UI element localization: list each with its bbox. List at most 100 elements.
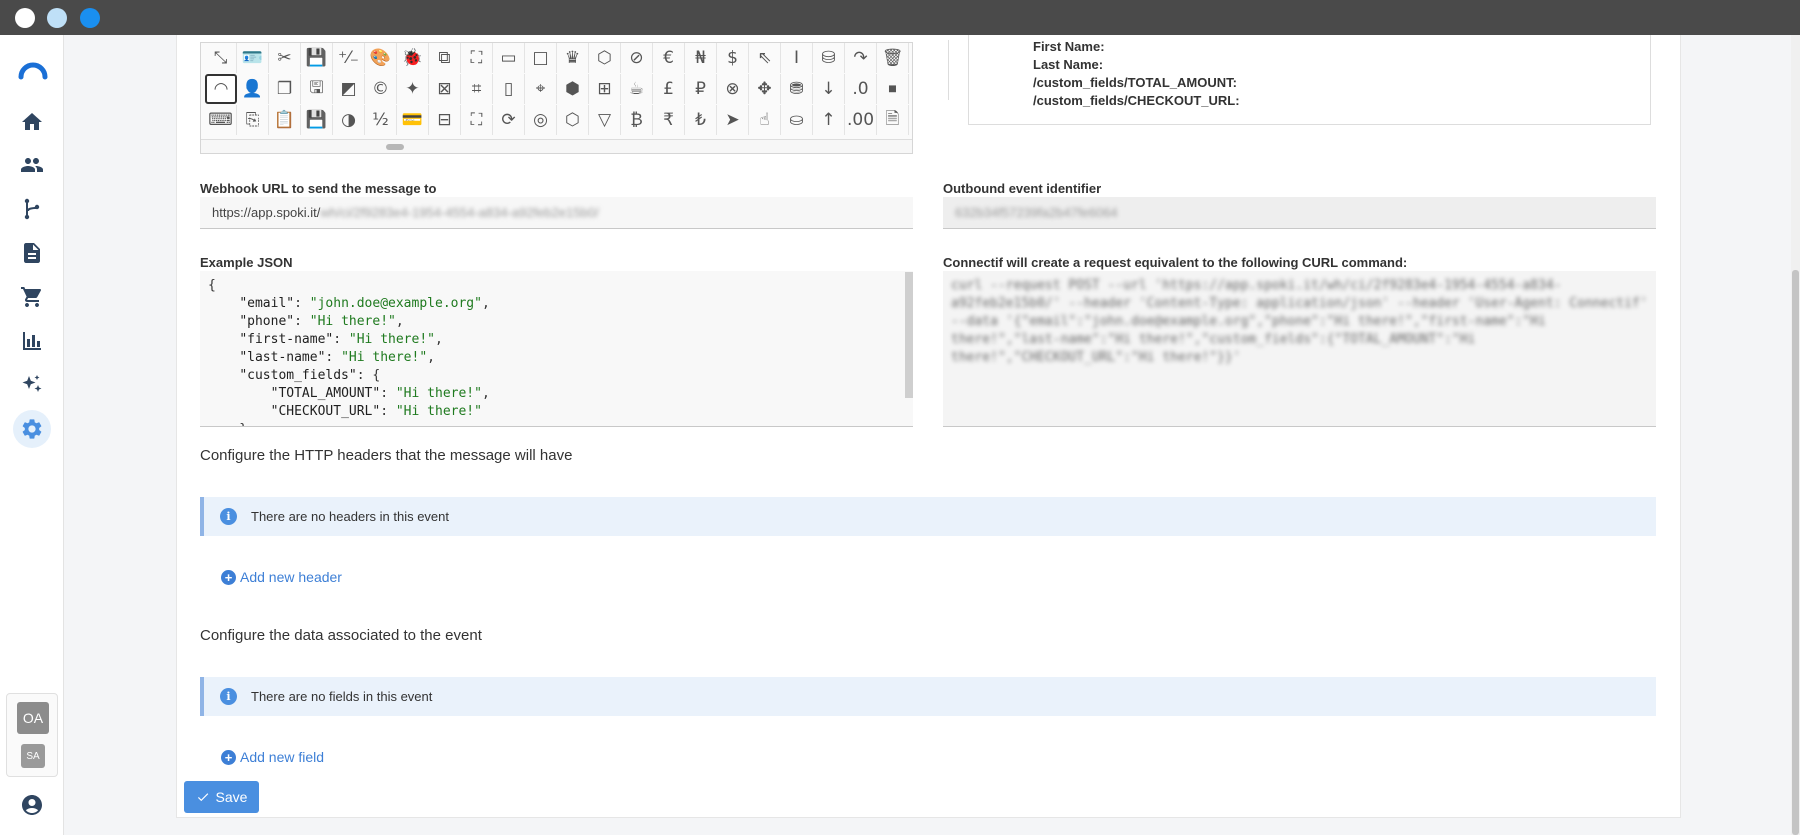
contrast-icon[interactable]: ◩ bbox=[333, 74, 365, 104]
network-icon[interactable]: ⊞ bbox=[589, 74, 621, 104]
webhook-url-field[interactable]: https://app.spoki.it/wh/ci/2f9283e4-1954… bbox=[200, 197, 913, 229]
rupee-icon[interactable]: ₹ bbox=[653, 105, 685, 135]
copyright-icon[interactable]: © bbox=[365, 74, 397, 104]
image-off-icon[interactable]: ⊠ bbox=[429, 74, 461, 104]
workflow-icon[interactable] bbox=[17, 194, 47, 224]
json-line: "CHECKOUT_URL": "Hi there!" bbox=[270, 404, 482, 419]
redo-icon[interactable]: ↷ bbox=[845, 43, 877, 73]
cart-icon[interactable] bbox=[17, 282, 47, 312]
cursor-off-icon[interactable]: ⊗ bbox=[717, 74, 749, 104]
id-card-icon[interactable]: 🪪 bbox=[237, 43, 269, 73]
glass-icon[interactable]: ▽ bbox=[589, 105, 621, 135]
icon-picker-scrollbar[interactable] bbox=[201, 139, 912, 153]
naira-icon[interactable]: ₦ bbox=[685, 43, 717, 73]
sparkle-icon[interactable]: ✦ bbox=[397, 74, 429, 104]
crosshair-icon[interactable]: ⌖ bbox=[525, 74, 557, 104]
contact-icon[interactable]: 👤 bbox=[237, 74, 269, 104]
database-minus-icon[interactable]: ⛀ bbox=[781, 105, 813, 135]
window-close-dot[interactable] bbox=[15, 8, 35, 28]
page-scrollbar-thumb[interactable] bbox=[1792, 270, 1799, 835]
ruble-icon[interactable]: ₽ bbox=[685, 74, 717, 104]
scissors-icon[interactable]: ✂ bbox=[269, 43, 301, 73]
arrow-down-icon[interactable]: ↓ bbox=[813, 74, 845, 104]
pointer-icon[interactable]: ➤ bbox=[717, 105, 749, 135]
hand-pointer-icon[interactable]: ☝ bbox=[749, 105, 781, 135]
decimal-decrease-icon[interactable]: .0 bbox=[845, 74, 877, 104]
lira-icon[interactable]: ₺ bbox=[685, 105, 717, 135]
fullscreen-icon[interactable]: ⛶ bbox=[461, 105, 493, 135]
frame-icon[interactable]: ⛶ bbox=[461, 43, 493, 73]
save-all-icon[interactable]: 🖫 bbox=[301, 74, 333, 104]
chart-icon[interactable] bbox=[17, 326, 47, 356]
bug-icon[interactable]: 🐞 bbox=[397, 43, 429, 73]
cup-icon[interactable]: ☕ bbox=[621, 74, 653, 104]
example-json-editor[interactable]: { "email": "john.doe@example.org", "phon… bbox=[200, 271, 913, 427]
layers-icon[interactable]: ⧉ bbox=[429, 43, 461, 73]
save-button[interactable]: Save bbox=[184, 781, 259, 813]
crown-icon[interactable]: ♛ bbox=[557, 43, 589, 73]
save-icon[interactable]: 💾 bbox=[301, 43, 333, 73]
exposure-icon[interactable]: ◑ bbox=[333, 105, 365, 135]
people-icon[interactable] bbox=[17, 150, 47, 180]
no-image-icon[interactable]: ⊘ bbox=[621, 43, 653, 73]
numbers-icon[interactable]: ½ bbox=[365, 105, 397, 135]
avatar-primary[interactable]: OA bbox=[17, 702, 49, 734]
resize-icon[interactable]: ⤡ bbox=[205, 43, 237, 73]
duplicate-icon[interactable]: ⎘ bbox=[237, 105, 269, 135]
cube-icon[interactable]: ⬡ bbox=[589, 43, 621, 73]
gear-icon[interactable] bbox=[13, 410, 51, 448]
database-add-icon[interactable]: ⛁ bbox=[813, 43, 845, 73]
json-editor-scrollbar[interactable] bbox=[905, 272, 913, 398]
account-switcher: OA SA bbox=[6, 693, 58, 777]
file-icon[interactable]: 🗎 bbox=[877, 105, 909, 135]
phone-frame-icon[interactable]: ▯ bbox=[493, 74, 525, 104]
add-header-button[interactable]: + Add new header bbox=[221, 569, 342, 585]
add-field-label: Add new field bbox=[240, 749, 325, 765]
trash-icon[interactable]: 🗑 bbox=[877, 43, 909, 73]
card-add-icon[interactable]: ⊟ bbox=[429, 105, 461, 135]
cube-outline-icon[interactable]: ⬡ bbox=[557, 105, 589, 135]
icon-picker-row: ⤡ 🪪 ✂ 💾 ⁺⁄₋ 🎨 🐞 ⧉ ⛶ ▭ □ ♛ ⬡ ⊘ € ₦ $ ⇖ I … bbox=[205, 43, 909, 73]
avatar-secondary[interactable]: SA bbox=[21, 744, 45, 768]
copy-icon[interactable]: ❐ bbox=[269, 74, 301, 104]
curl-command-box: curl --request POST --url 'https://app.s… bbox=[943, 271, 1656, 427]
json-line: "last-name": "Hi there!", bbox=[239, 350, 435, 365]
rectangle-icon[interactable]: ▭ bbox=[493, 43, 525, 73]
clipboard-icon[interactable]: 📋 bbox=[269, 105, 301, 135]
pound-icon[interactable]: £ bbox=[653, 74, 685, 104]
app-logo[interactable] bbox=[18, 55, 48, 85]
add-field-button[interactable]: + Add new field bbox=[221, 749, 324, 765]
move-icon[interactable]: ✥ bbox=[749, 74, 781, 104]
dollar-icon[interactable]: $ bbox=[717, 43, 749, 73]
webhook-url-value-blurred: wh/ci/2f9283e4-1954-4554-a834-a92feb2e15… bbox=[320, 205, 599, 220]
euro-icon[interactable]: € bbox=[653, 43, 685, 73]
database-icon[interactable]: ⛃ bbox=[781, 74, 813, 104]
credit-card-icon[interactable]: 💳 bbox=[397, 105, 429, 135]
headers-info-text: There are no headers in this event bbox=[251, 509, 450, 524]
percent-icon[interactable]: ⁺⁄₋ bbox=[333, 43, 365, 73]
document-icon[interactable] bbox=[17, 238, 47, 268]
home-icon[interactable] bbox=[17, 107, 47, 137]
json-line: "TOTAL_AMOUNT": "Hi there!", bbox=[270, 386, 490, 401]
bitcoin-icon[interactable]: ₿ bbox=[621, 105, 653, 135]
window-maximize-dot[interactable] bbox=[80, 8, 100, 28]
palette-icon[interactable]: 🎨 bbox=[365, 43, 397, 73]
cursor-icon[interactable]: ⇖ bbox=[749, 43, 781, 73]
box-icon[interactable]: ⬢ bbox=[557, 74, 589, 104]
terminal-icon[interactable]: ⌨ bbox=[205, 105, 237, 135]
square-icon[interactable]: □ bbox=[525, 43, 557, 73]
stop-circle-icon[interactable]: ⏹ bbox=[877, 74, 909, 104]
user-account-icon[interactable] bbox=[20, 793, 44, 817]
arc-icon[interactable]: ◠ bbox=[205, 74, 237, 104]
sparkles-icon[interactable] bbox=[17, 370, 47, 400]
save-as-icon[interactable]: 💾 bbox=[301, 105, 333, 135]
rotate-crop-icon[interactable]: ⟳ bbox=[493, 105, 525, 135]
crop-icon[interactable]: ⌗ bbox=[461, 74, 493, 104]
window-minimize-dot[interactable] bbox=[47, 8, 67, 28]
icon-picker-scroll-thumb[interactable] bbox=[386, 144, 404, 150]
webhook-url-label: Webhook URL to send the message to bbox=[200, 181, 437, 196]
target-icon[interactable]: ◎ bbox=[525, 105, 557, 135]
decimal-increase-icon[interactable]: .00 bbox=[845, 105, 877, 135]
arrow-up-icon[interactable]: ↑ bbox=[813, 105, 845, 135]
text-cursor-icon[interactable]: I bbox=[781, 43, 813, 73]
